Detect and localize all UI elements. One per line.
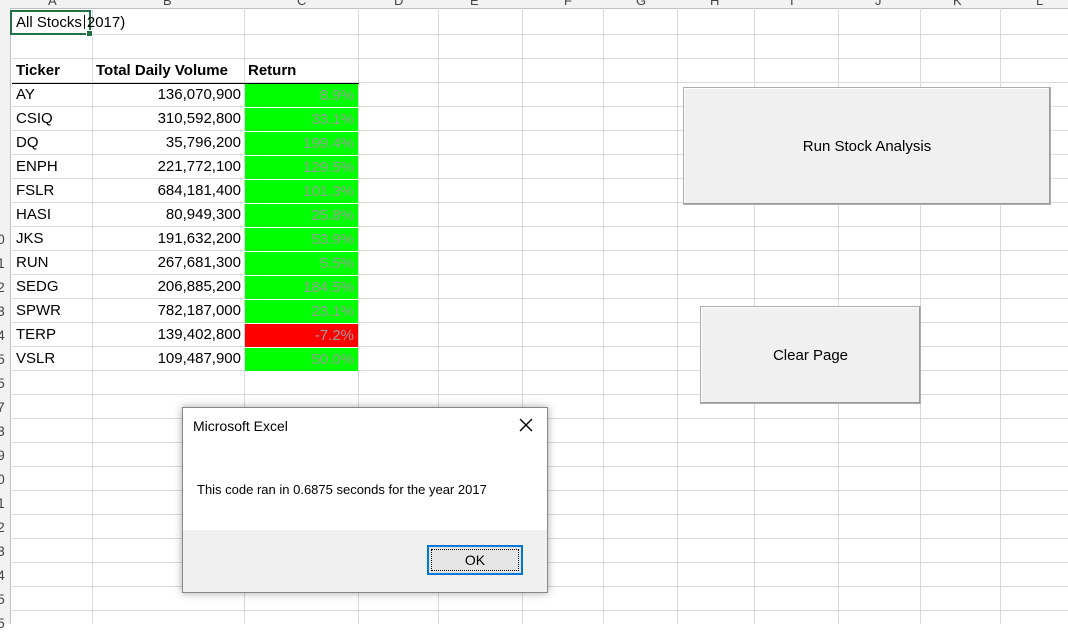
volume-cell[interactable]: 782,187,000 (92, 299, 241, 323)
text-cursor (83, 15, 85, 29)
return-cell[interactable]: 53.9% (245, 228, 358, 251)
gridline (603, 8, 604, 624)
clear-page-button[interactable]: Clear Page (700, 306, 921, 404)
volume-cell[interactable]: 684,181,400 (92, 179, 241, 203)
gridline (10, 610, 1068, 611)
return-cell[interactable]: 8.9% (245, 84, 358, 107)
gridline (10, 34, 1068, 35)
column-header-k[interactable]: K (953, 0, 962, 8)
row-number[interactable]: 3 (0, 299, 9, 323)
header-total-daily-volume[interactable]: Total Daily Volume (96, 59, 228, 83)
column-header-strip: A B C D E F G H I J K L (0, 0, 1068, 9)
ticker-cell[interactable]: HASI (16, 203, 51, 227)
volume-cell[interactable]: 191,632,200 (92, 227, 241, 251)
row-number[interactable]: 4 (0, 323, 9, 347)
row-number[interactable]: 5 (0, 611, 9, 635)
row-number[interactable]: 4 (0, 563, 9, 587)
column-header-e[interactable]: E (470, 0, 479, 8)
column-header-d[interactable]: D (394, 0, 403, 8)
column-header-b[interactable]: B (163, 0, 172, 8)
volume-cell[interactable]: 267,681,300 (92, 251, 241, 275)
column-header-i[interactable]: I (790, 0, 794, 8)
run-stock-analysis-label: Run Stock Analysis (802, 137, 932, 155)
return-cell[interactable]: 184.5% (245, 276, 358, 299)
row-number[interactable]: 5 (0, 587, 9, 611)
row-number[interactable]: 3 (0, 539, 9, 563)
volume-cell[interactable]: 35,796,200 (92, 131, 241, 155)
volume-cell[interactable]: 139,402,800 (92, 323, 241, 347)
row-number[interactable]: 2 (0, 515, 9, 539)
title-cell-text: All Stocks (16, 14, 82, 31)
row-number[interactable]: 0 (0, 227, 9, 251)
header-ticker[interactable]: Ticker (16, 59, 60, 83)
row-number[interactable]: 7 (0, 395, 9, 419)
column-header-j[interactable]: J (875, 0, 882, 8)
column-header-c[interactable]: C (297, 0, 306, 8)
focus-ring (431, 549, 519, 571)
dialog-footer: OK (183, 530, 547, 592)
ticker-cell[interactable]: AY (16, 83, 35, 107)
column-header-g[interactable]: G (636, 0, 646, 8)
volume-cell[interactable]: 80,949,300 (92, 203, 241, 227)
title-overflow-text: 2017) (86, 14, 126, 31)
gridline (677, 8, 678, 624)
return-cell[interactable]: 50.0% (245, 348, 358, 371)
volume-cell[interactable]: 136,070,900 (92, 83, 241, 107)
row-number[interactable]: 5 (0, 371, 9, 395)
ticker-cell[interactable]: SPWR (16, 299, 61, 323)
dialog-title: Microsoft Excel (193, 418, 288, 434)
ticker-cell[interactable]: VSLR (16, 347, 55, 371)
volume-cell[interactable]: 310,592,800 (92, 107, 241, 131)
ticker-cell[interactable]: JKS (16, 227, 44, 251)
ticker-cell[interactable]: ENPH (16, 155, 58, 179)
column-header-a[interactable]: A (48, 0, 57, 8)
ticker-cell[interactable]: CSIQ (16, 107, 53, 131)
return-cell[interactable]: 33.1% (245, 108, 358, 131)
row-number[interactable]: 0 (0, 467, 9, 491)
row-number[interactable]: 2 (0, 275, 9, 299)
ok-button[interactable]: OK (427, 545, 523, 575)
close-icon[interactable] (519, 416, 533, 436)
volume-cell[interactable]: 109,487,900 (92, 347, 241, 371)
dialog-message: This code ran in 0.6875 seconds for the … (197, 482, 487, 497)
return-cell[interactable]: -7.2% (245, 324, 358, 347)
return-cell[interactable]: 23.1% (245, 300, 358, 323)
row-number[interactable]: 9 (0, 443, 9, 467)
return-cell[interactable]: 25.8% (245, 204, 358, 227)
volume-cell[interactable]: 221,772,100 (92, 155, 241, 179)
row-number[interactable]: 1 (0, 491, 9, 515)
return-cell[interactable]: 101.3% (245, 180, 358, 203)
column-header-h[interactable]: H (710, 0, 719, 8)
return-cell[interactable]: 129.5% (245, 156, 358, 179)
return-cell[interactable]: 199.4% (245, 132, 358, 155)
ticker-cell[interactable]: RUN (16, 251, 49, 275)
ticker-cell[interactable]: DQ (16, 131, 39, 155)
ticker-cell[interactable]: SEDG (16, 275, 59, 299)
ticker-cell[interactable]: TERP (16, 323, 56, 347)
row-number[interactable]: 3 (0, 419, 9, 443)
close-icon-glyph (519, 418, 533, 432)
volume-cell[interactable]: 206,885,200 (92, 275, 241, 299)
row-number[interactable]: 5 (0, 347, 9, 371)
return-cell[interactable]: 5.5% (245, 252, 358, 275)
clear-page-label: Clear Page (772, 346, 849, 364)
column-header-l[interactable]: L (1036, 0, 1043, 8)
message-dialog: Microsoft Excel This code ran in 0.6875 … (182, 407, 548, 593)
column-header-f[interactable]: F (564, 0, 572, 8)
run-stock-analysis-button[interactable]: Run Stock Analysis (683, 87, 1051, 205)
header-return[interactable]: Return (248, 59, 296, 83)
sheet-title: All Stocks 2017) (16, 11, 125, 35)
row-number[interactable]: 1 (0, 251, 9, 275)
ticker-cell[interactable]: FSLR (16, 179, 54, 203)
